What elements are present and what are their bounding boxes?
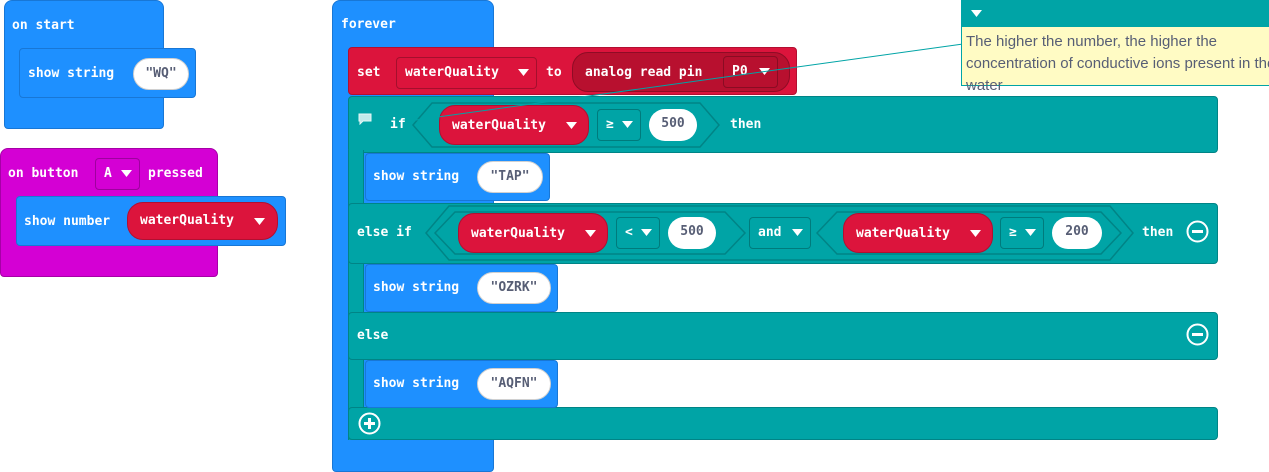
dropdown-arrow-icon[interactable] — [971, 10, 982, 17]
comment-text[interactable]: The higher the number, the higher the co… — [966, 31, 1269, 97]
comment-header[interactable] — [962, 1, 1269, 27]
comment-bubble[interactable]: The higher the number, the higher the co… — [961, 0, 1269, 94]
